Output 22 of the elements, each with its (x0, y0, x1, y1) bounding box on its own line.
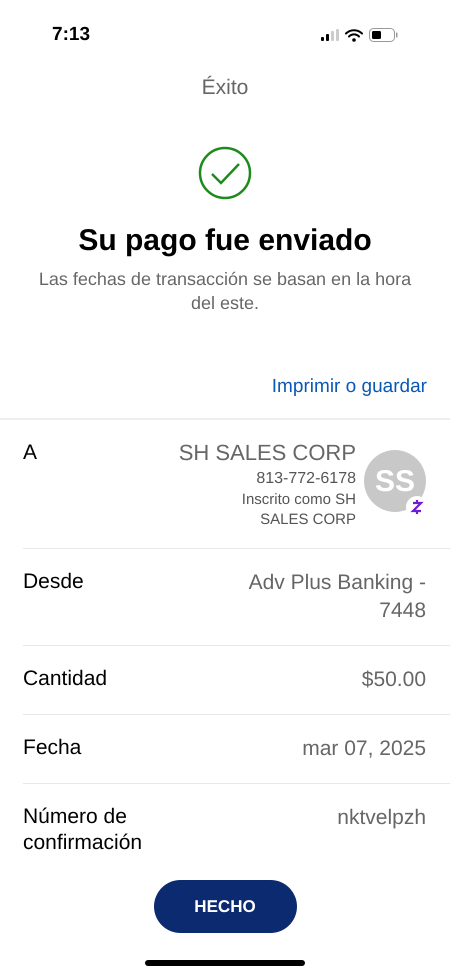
success-heading: Su pago fue enviado (78, 222, 372, 258)
detail-label: A (23, 440, 38, 466)
check-circle-icon (198, 146, 252, 200)
status-time: 7:13 (52, 22, 90, 47)
wifi-icon (345, 28, 363, 42)
enrolled-text: Inscrito como SH SALES CORP (240, 490, 356, 530)
detail-value: $50.00 (362, 667, 426, 693)
page-title: Éxito (202, 74, 248, 101)
detail-value: Adv Plus Banking - 7448 (248, 570, 426, 624)
subtitle: Las fechas de transacción se basan en la hora del este. (38, 268, 412, 314)
detail-label: Fecha (23, 735, 82, 761)
detail-label: Número de confirmación (23, 804, 144, 856)
done-button[interactable]: HECHO (154, 880, 296, 933)
detail-value: nktvelpzh (337, 805, 426, 831)
print-save-link[interactable]: Imprimir o guardar (272, 372, 427, 401)
battery-icon (369, 28, 398, 42)
signal-icon (321, 29, 339, 41)
detail-value: mar 07, 2025 (302, 736, 426, 762)
payee-name: SH SALES CORP (178, 440, 356, 466)
detail-label: Desde (23, 569, 85, 595)
payee-phone: 813-772-6178 (256, 469, 356, 489)
detail-label: Cantidad (23, 666, 108, 692)
